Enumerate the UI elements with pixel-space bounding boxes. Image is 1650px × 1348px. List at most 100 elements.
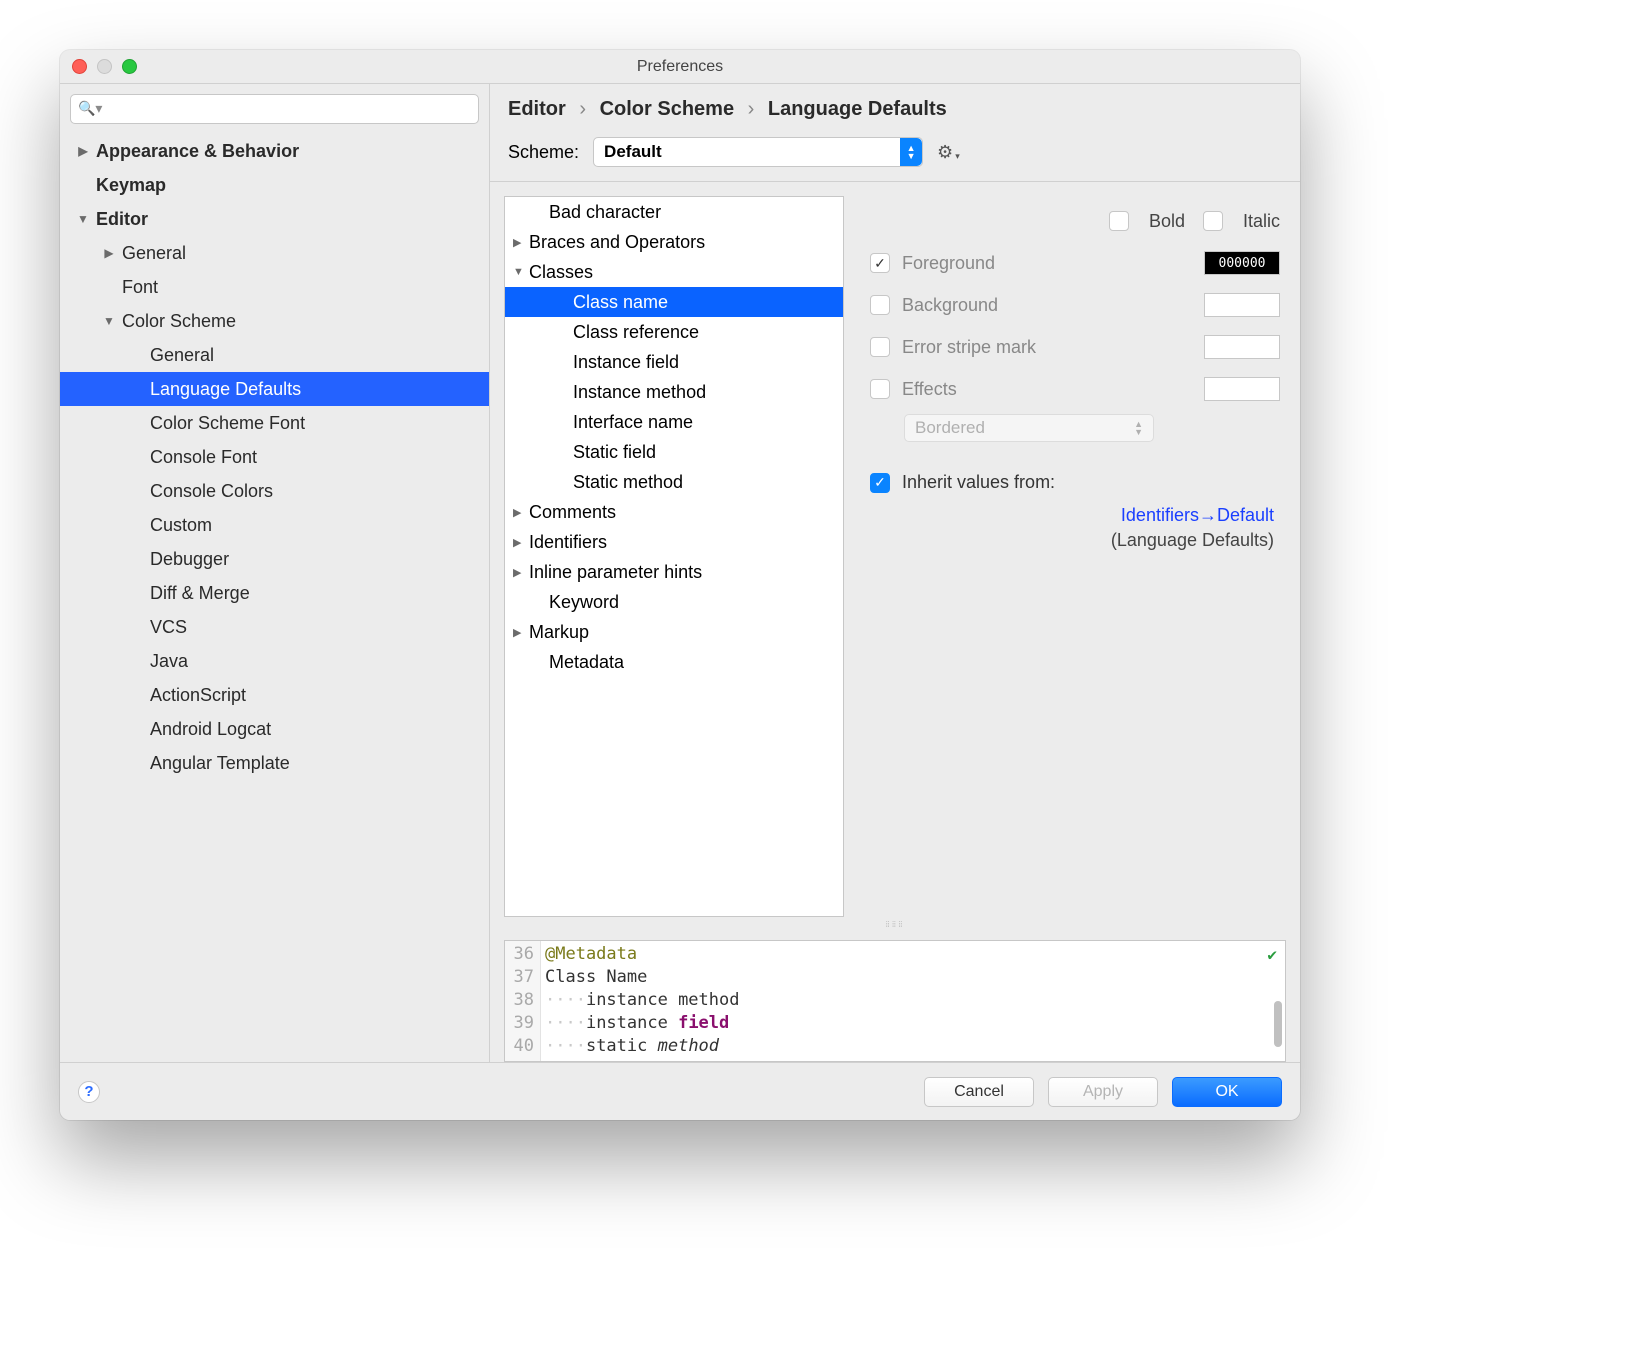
chevron-down-icon: ▼ [100, 314, 118, 328]
effects-checkbox[interactable] [870, 379, 890, 399]
breadcrumb-item[interactable]: Color Scheme [600, 98, 734, 120]
background-label: Background [902, 295, 998, 316]
attribute-tree[interactable]: Bad character▶Braces and Operators▼Class… [504, 196, 844, 917]
attribute-item[interactable]: ▶Markup [505, 617, 843, 647]
foreground-swatch[interactable]: 000000 [1204, 251, 1280, 275]
sidebar-item[interactable]: ActionScript [60, 678, 489, 712]
sidebar-item[interactable]: ▼Color Scheme [60, 304, 489, 338]
sidebar-item[interactable]: Android Logcat [60, 712, 489, 746]
chevron-right-icon: ▶ [513, 626, 529, 639]
sidebar-item[interactable]: VCS [60, 610, 489, 644]
sidebar-item[interactable]: Custom [60, 508, 489, 542]
breadcrumb: Editor › Color Scheme › Language Default… [490, 84, 1300, 129]
sidebar-item[interactable]: ▼Editor [60, 202, 489, 236]
attribute-item[interactable]: ▶Comments [505, 497, 843, 527]
attribute-item[interactable]: Keyword [505, 587, 843, 617]
sidebar-item-label: Keymap [96, 175, 166, 196]
line: instance method [586, 990, 740, 1010]
sidebar-item[interactable]: Java [60, 644, 489, 678]
breadcrumb-item: Language Defaults [768, 98, 947, 120]
sidebar-item[interactable]: ▶General [60, 236, 489, 270]
effect-type-select: Bordered ▲▼ [904, 414, 1154, 442]
sidebar-item[interactable]: Angular Template [60, 746, 489, 780]
attribute-item[interactable]: Class reference [505, 317, 843, 347]
sidebar-item-label: Color Scheme Font [150, 413, 305, 434]
attribute-label: Braces and Operators [529, 232, 705, 253]
search-input[interactable] [70, 94, 479, 124]
sidebar-item-label: Angular Template [150, 753, 290, 774]
chevron-right-icon: ▶ [100, 246, 118, 260]
attribute-item[interactable]: Class name [505, 287, 843, 317]
attribute-item[interactable]: Static method [505, 467, 843, 497]
inherit-link[interactable]: Identifiers→Default [1121, 505, 1274, 525]
effects-swatch[interactable] [1204, 377, 1280, 401]
scheme-value: Default [604, 142, 662, 162]
sidebar-item[interactable]: General [60, 338, 489, 372]
search-icon: 🔍▾ [78, 100, 102, 117]
sidebar-item[interactable]: Language Defaults [60, 372, 489, 406]
bold-checkbox[interactable] [1109, 211, 1129, 231]
settings-tree[interactable]: ▶Appearance & BehaviorKeymap▼Editor▶Gene… [60, 130, 489, 1062]
sidebar-item[interactable]: Diff & Merge [60, 576, 489, 610]
chevron-down-icon: ▼ [74, 212, 92, 226]
line: static [586, 1036, 658, 1056]
chevron-right-icon: ▶ [513, 566, 529, 579]
attribute-item[interactable]: Bad character [505, 197, 843, 227]
background-checkbox[interactable] [870, 295, 890, 315]
attribute-item[interactable]: ▶Braces and Operators [505, 227, 843, 257]
sidebar-item[interactable]: Color Scheme Font [60, 406, 489, 440]
splitter-grip[interactable]: ⣿⣿⣿ [490, 921, 1300, 928]
body: 🔍▾ ▶Appearance & BehaviorKeymap▼Editor▶G… [60, 84, 1300, 1062]
sidebar-item-label: Font [122, 277, 158, 298]
attribute-item[interactable]: ▶Identifiers [505, 527, 843, 557]
attribute-item[interactable]: Instance method [505, 377, 843, 407]
attribute-label: Identifiers [529, 532, 607, 553]
error-stripe-swatch[interactable] [1204, 335, 1280, 359]
gear-icon[interactable]: ⚙▾ [937, 142, 960, 163]
sidebar-item-label: Appearance & Behavior [96, 141, 299, 162]
attribute-label: Comments [529, 502, 616, 523]
attribute-item[interactable]: Interface name [505, 407, 843, 437]
attribute-label: Class name [573, 292, 668, 313]
attribute-label: Static field [573, 442, 656, 463]
attribute-item[interactable]: Metadata [505, 647, 843, 677]
effects-label: Effects [902, 379, 957, 400]
sidebar-item[interactable]: ▶Appearance & Behavior [60, 134, 489, 168]
ok-button[interactable]: OK [1172, 1077, 1282, 1107]
help-button[interactable]: ? [78, 1081, 100, 1103]
sidebar-item[interactable]: Console Colors [60, 474, 489, 508]
scheme-select[interactable]: Default ▲▼ [593, 137, 923, 167]
attribute-item[interactable]: Instance field [505, 347, 843, 377]
attribute-item[interactable]: ▶Inline parameter hints [505, 557, 843, 587]
sidebar-item-label: General [150, 345, 214, 366]
attribute-item[interactable]: Static field [505, 437, 843, 467]
sidebar-item[interactable]: Keymap [60, 168, 489, 202]
sidebar-item-label: VCS [150, 617, 187, 638]
updown-icon[interactable]: ▲▼ [900, 138, 922, 166]
foreground-checkbox[interactable]: ✓ [870, 253, 890, 273]
inherit-checkbox[interactable]: ✓ [870, 473, 890, 493]
chevron-down-icon: ▼ [513, 266, 529, 278]
chevron-right-icon: ▶ [513, 536, 529, 549]
sidebar-item[interactable]: Font [60, 270, 489, 304]
close-icon[interactable] [72, 59, 87, 74]
sidebar-item[interactable]: Debugger [60, 542, 489, 576]
attribute-label: Bad character [549, 202, 661, 223]
breadcrumb-item[interactable]: Editor [508, 98, 566, 120]
code-preview: 36 37 38 39 40 @Metadata Class Name ····… [504, 940, 1286, 1062]
sidebar-item[interactable]: Console Font [60, 440, 489, 474]
italic-checkbox[interactable] [1203, 211, 1223, 231]
attribute-label: Classes [529, 262, 593, 283]
preferences-window: Preferences 🔍▾ ▶Appearance & BehaviorKey… [60, 50, 1300, 1120]
apply-button: Apply [1048, 1077, 1158, 1107]
inherit-label: Inherit values from: [902, 472, 1055, 493]
cancel-button[interactable]: Cancel [924, 1077, 1034, 1107]
error-stripe-checkbox[interactable] [870, 337, 890, 357]
zoom-icon[interactable] [122, 59, 137, 74]
scheme-label: Scheme: [508, 142, 579, 163]
check-icon: ✔ [1267, 945, 1277, 964]
attribute-item[interactable]: ▼Classes [505, 257, 843, 287]
attribute-label: Keyword [549, 592, 619, 613]
background-swatch[interactable] [1204, 293, 1280, 317]
scrollbar[interactable] [1274, 1001, 1282, 1047]
